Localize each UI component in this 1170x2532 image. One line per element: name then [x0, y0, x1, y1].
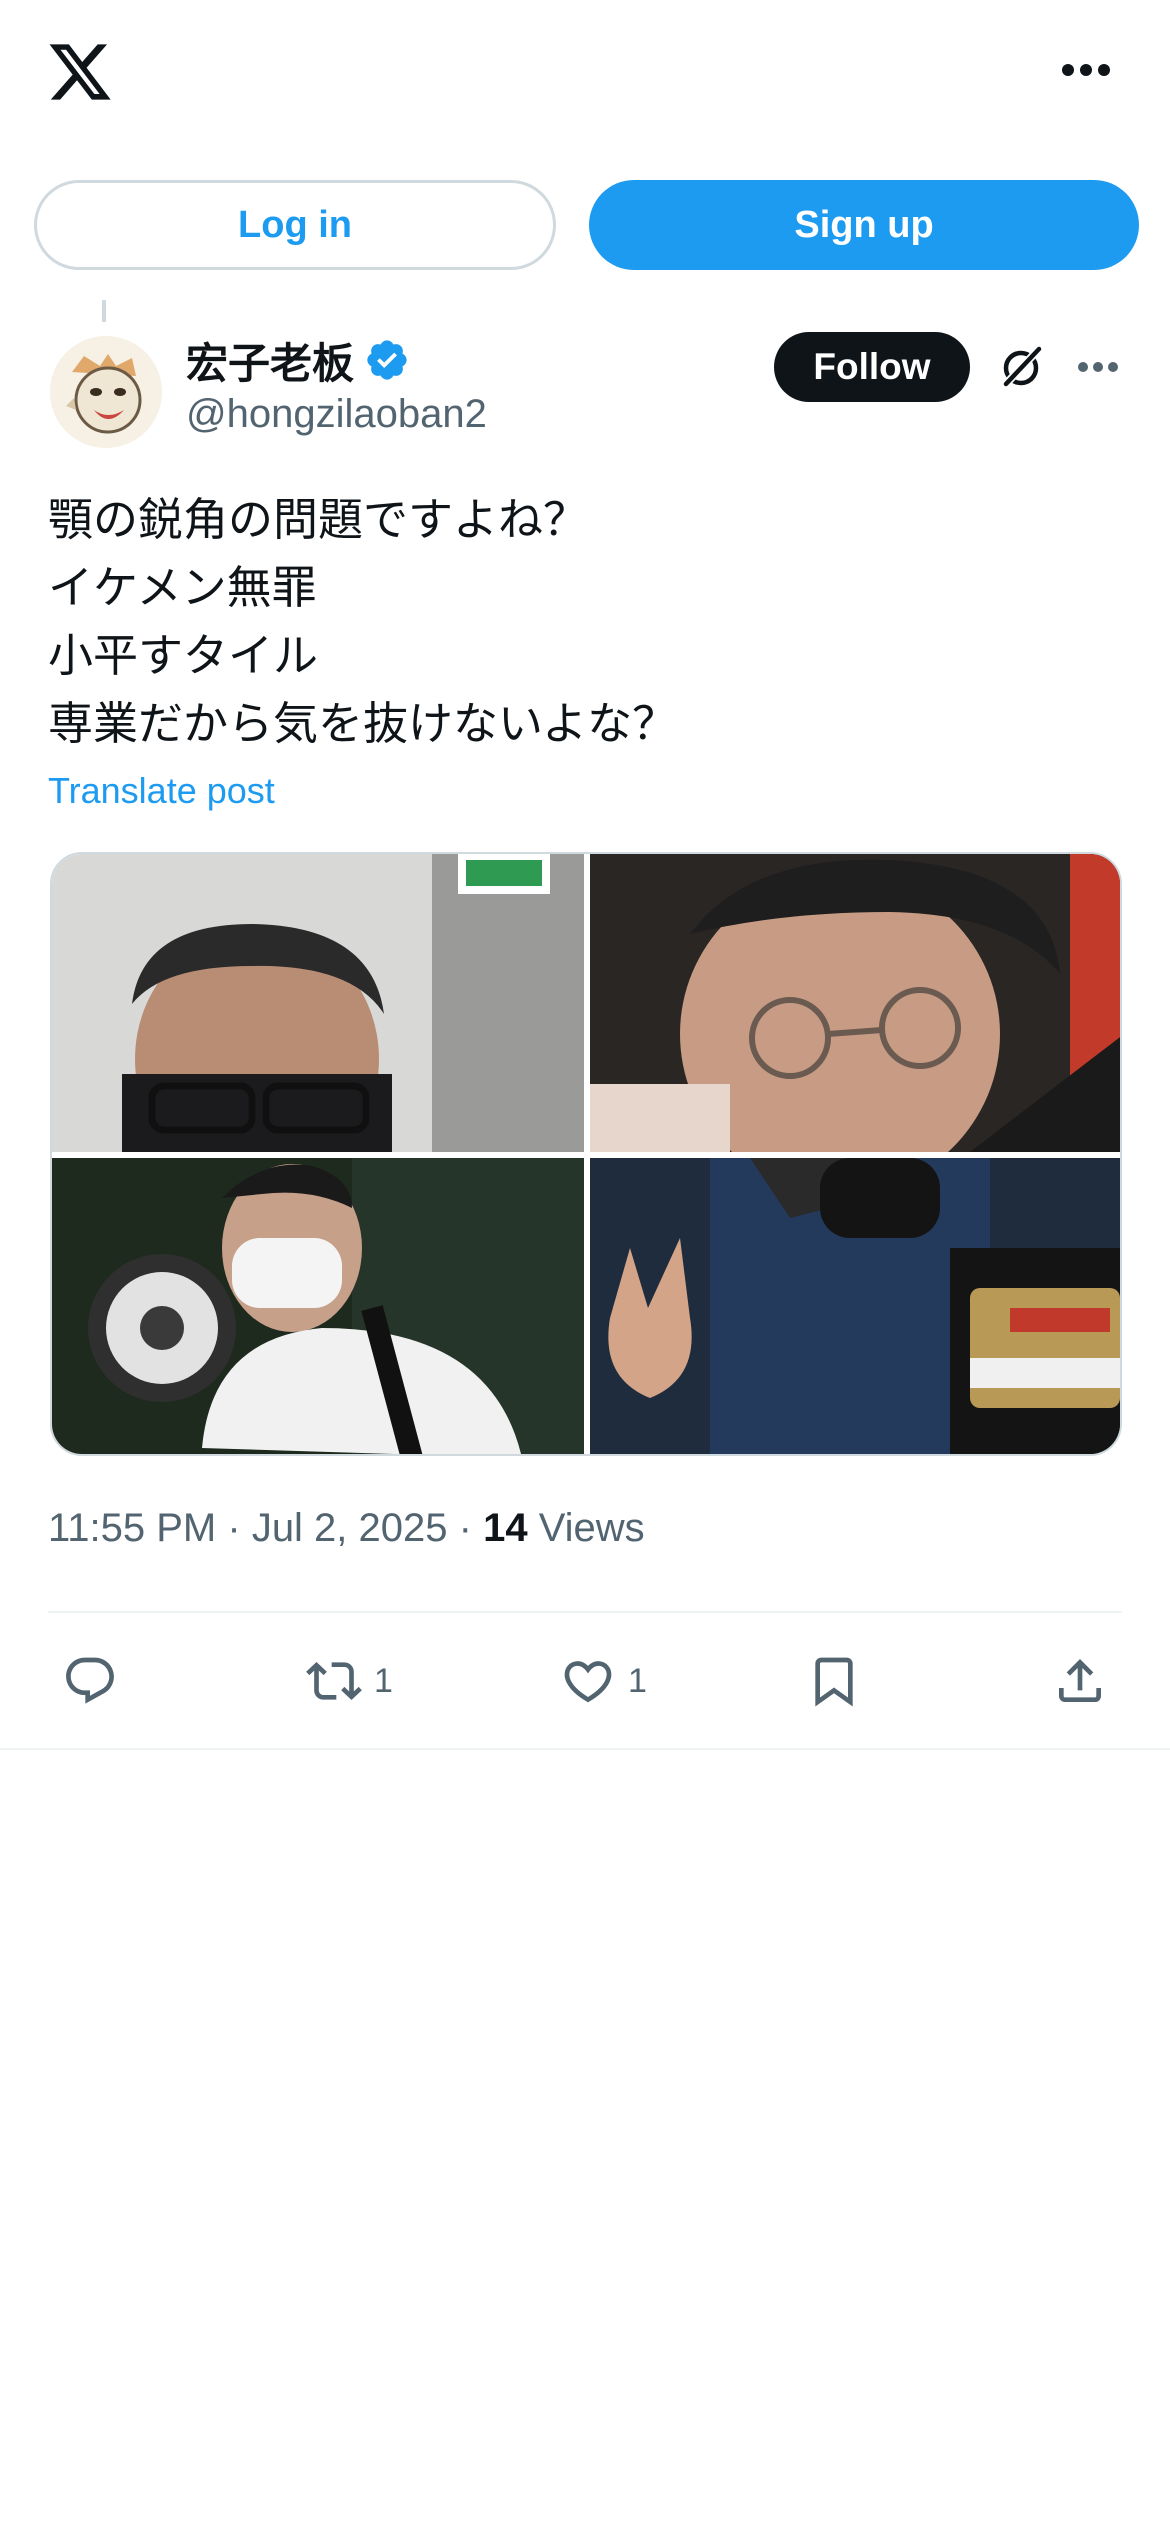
x-logo-icon[interactable] [46, 38, 114, 106]
divider [48, 1611, 1122, 1613]
photo-3[interactable] [52, 1158, 584, 1454]
views-label: Views [538, 1506, 645, 1550]
tweet-text: 顎の鋭角の問題ですよね？ イケメン無罪 小平すタイル 専業だから気を抜けないよな… [48, 486, 1128, 758]
divider [0, 1748, 1170, 1750]
tweet-meta: 11:55 PM · Jul 2, 2025 · 14 Views [48, 1506, 645, 1551]
author-name-row[interactable]: 宏子老板 [186, 330, 410, 390]
more-horizontal-icon[interactable] [1062, 64, 1110, 80]
tweet-time[interactable]: 11:55 PM [48, 1506, 216, 1550]
thread-connector [102, 300, 106, 322]
repost-count: 1 [374, 1661, 393, 1700]
avatar[interactable] [50, 336, 162, 448]
grok-icon[interactable] [996, 342, 1046, 392]
photo-4[interactable] [590, 1158, 1120, 1454]
user-handle[interactable]: @hongzilaoban2 [186, 392, 487, 437]
verified-badge-icon [367, 340, 407, 380]
reply-button[interactable] [62, 1654, 118, 1708]
repost-icon [306, 1662, 362, 1700]
translate-post-link[interactable]: Translate post [48, 770, 275, 812]
share-button[interactable] [1052, 1654, 1108, 1708]
like-button[interactable]: 1 [560, 1654, 647, 1708]
login-button[interactable]: Log in [34, 180, 556, 270]
tweet-text-line: 小平すタイル [48, 629, 319, 682]
photo-2[interactable] [590, 854, 1120, 1152]
tweet-text-line: 専業だから気を抜けないよな？ [48, 697, 678, 750]
tweet-text-line: 顎の鋭角の問題ですよね？ [48, 493, 589, 546]
meta-separator: · [458, 1506, 484, 1550]
repost-button[interactable]: 1 [306, 1654, 393, 1708]
display-name[interactable]: 宏子老板 [186, 330, 354, 391]
bookmark-icon [815, 1657, 853, 1707]
tweet-more-icon[interactable] [1078, 362, 1118, 374]
signup-button[interactable]: Sign up [589, 180, 1139, 270]
share-icon [1059, 1659, 1101, 1702]
like-count: 1 [628, 1661, 647, 1700]
tweet-date[interactable]: Jul 2, 2025 [252, 1506, 448, 1550]
bookmark-button[interactable] [806, 1654, 862, 1708]
action-bar: 1 1 [0, 1640, 1170, 1720]
photo-1[interactable] [52, 854, 584, 1152]
heart-icon [564, 1661, 612, 1703]
follow-button[interactable]: Follow [774, 332, 970, 402]
views-count: 14 [483, 1506, 528, 1550]
tweet-text-line: イケメン無罪 [48, 561, 317, 614]
media-grid [50, 852, 1122, 1456]
top-bar [0, 0, 1170, 150]
meta-separator: · [227, 1506, 252, 1550]
reply-icon [66, 1657, 114, 1704]
